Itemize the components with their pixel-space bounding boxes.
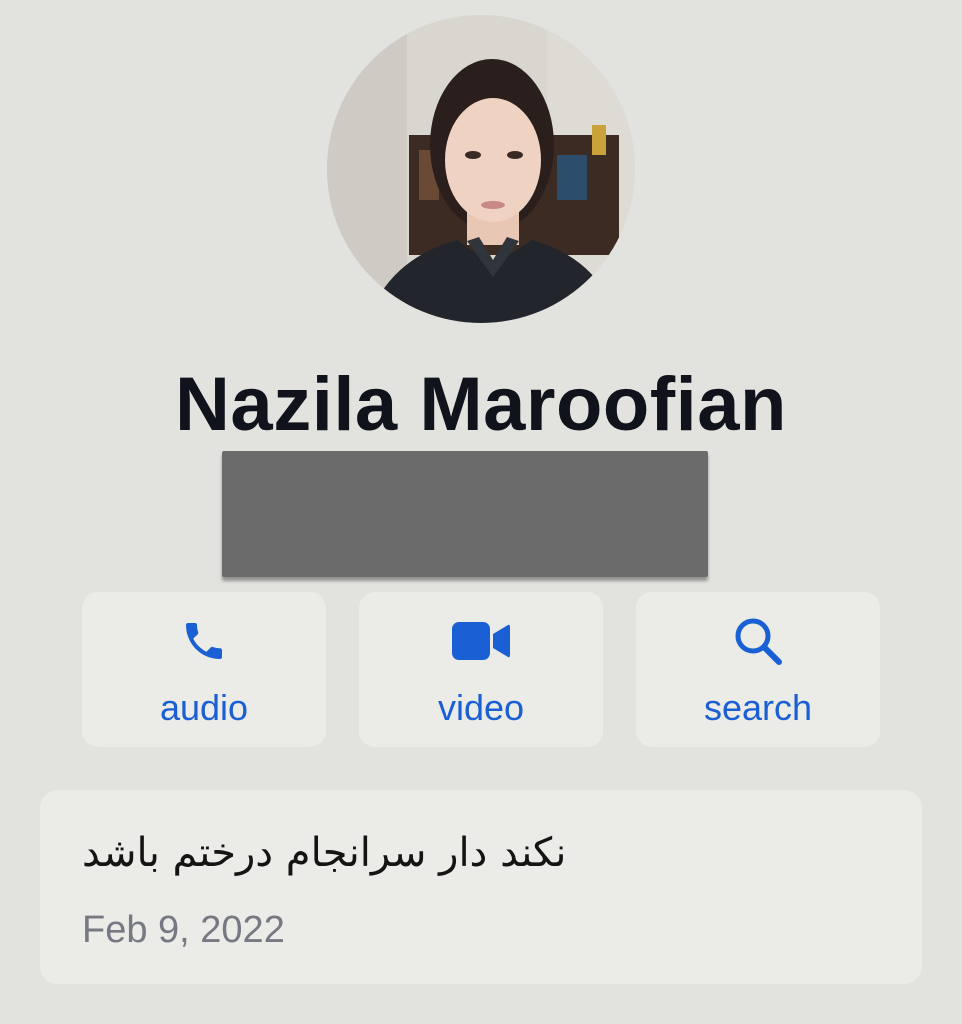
redacted-phone-number (222, 451, 708, 577)
video-camera-icon (359, 616, 603, 666)
bio-text: نکند دار سرانجام درختم باشد (82, 830, 567, 876)
search-button-label: search (703, 687, 813, 728)
video-button-label: video (437, 687, 525, 728)
profile-avatar[interactable] (327, 15, 635, 323)
bio-date: Feb 9, 2022 (82, 909, 285, 951)
bio-card[interactable]: نکند دار سرانجام درختم باشد Feb 9, 2022 (40, 790, 922, 984)
audio-call-button[interactable]: audio (82, 592, 326, 747)
action-buttons-row: audio video search (82, 592, 880, 747)
phone-icon (82, 616, 326, 666)
search-icon (636, 616, 880, 666)
contact-name: Nazila Maroofian (175, 362, 787, 447)
search-button[interactable]: search (636, 592, 880, 747)
avatar-photo (327, 15, 635, 323)
video-call-button[interactable]: video (359, 592, 603, 747)
audio-button-label: audio (159, 687, 249, 728)
